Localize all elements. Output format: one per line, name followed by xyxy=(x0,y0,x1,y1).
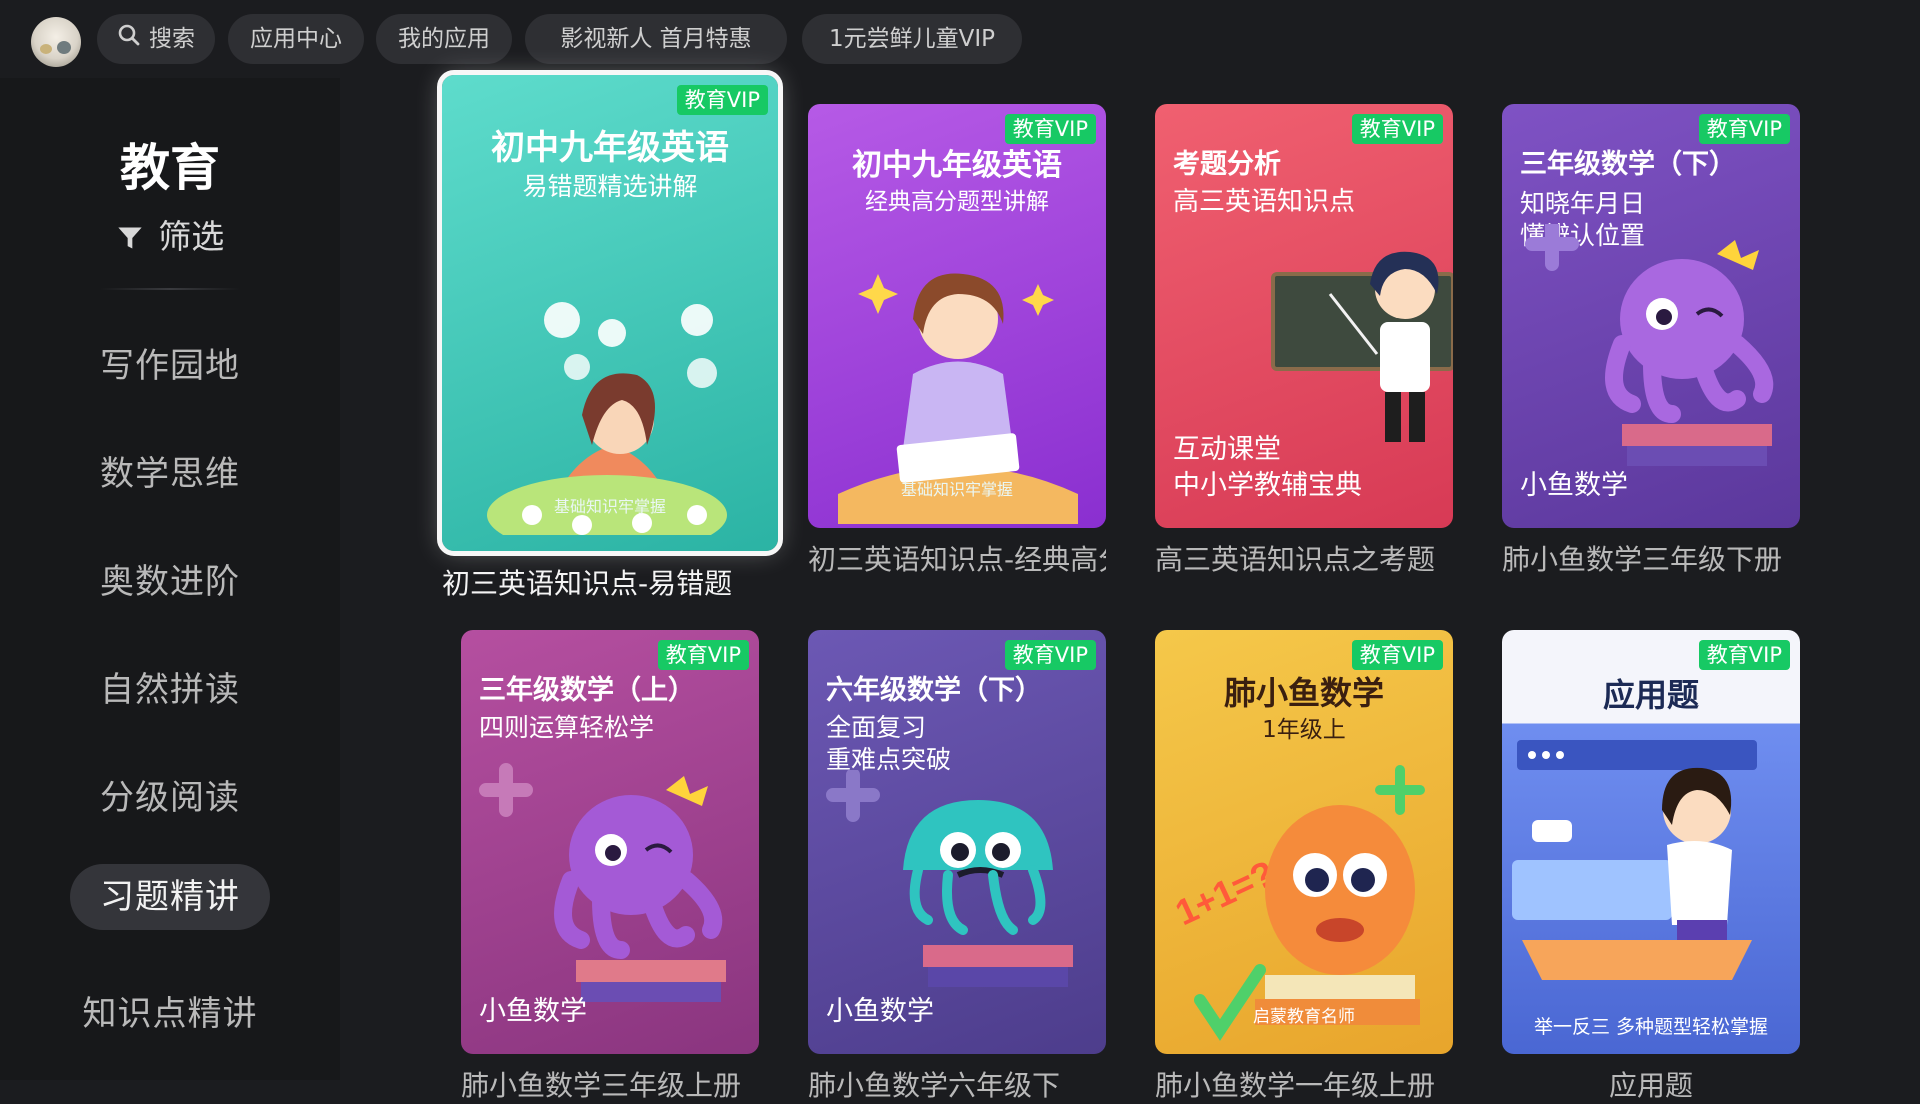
poster-title: 初中九年级英语 xyxy=(491,128,729,168)
vip-badge: 教育VIP xyxy=(657,640,749,670)
vip-badge: 教育VIP xyxy=(1351,114,1443,144)
vip-badge: 教育VIP xyxy=(1004,640,1096,670)
poster-title: 六年级数学（下） xyxy=(826,675,1042,706)
course-poster: 教育VIP 考题分析 高三英语知识点 互动课堂 中小学教辅宝典 xyxy=(1155,104,1453,528)
poster-subtitle: 高三英语知识点 xyxy=(1173,187,1356,217)
poster-title: 肺小鱼数学 xyxy=(1223,674,1384,712)
poster-subtitle: 1年级上 xyxy=(1262,717,1346,743)
search-button[interactable]: 搜索 xyxy=(97,14,215,64)
poster-title: 三年级数学（下） xyxy=(1520,149,1736,180)
category-sidebar: 教育 筛选 写作园地 数学思维 奥数进阶 自然拼读 分级阅读 习题精讲 知识点精… xyxy=(0,78,340,1080)
poster-footer: 基础知识牢掌握 xyxy=(553,497,666,516)
boy-studying-illustration xyxy=(1512,740,1757,980)
card-caption: 肺小鱼数学三年级下册 xyxy=(1502,543,1783,576)
course-poster: 教育VIP 肺小鱼数学 1年级上 1+1=? 启蒙教育名师 xyxy=(1155,630,1453,1054)
card-caption: 高三英语知识点之考题 xyxy=(1155,543,1436,576)
svg-text:1+1=?: 1+1=? xyxy=(1169,852,1281,933)
vip-badge: 教育VIP xyxy=(1698,640,1790,670)
poster-footer: 举一反三 多种题型轻松掌握 xyxy=(1533,1016,1769,1038)
course-poster: 教育VIP 初中九年级英语 易错题精选讲解 基础知识牢掌握 xyxy=(437,70,783,556)
poster-subtitle: 四则运算轻松学 xyxy=(479,713,655,742)
avatar-figure-2 xyxy=(57,41,71,54)
search-icon xyxy=(117,15,141,65)
sidebar-item-olympiad-math[interactable]: 奥数进阶 xyxy=(0,554,340,603)
course-poster: 教育VIP 六年级数学（下） 全面复习 重难点突破 小鱼数学 xyxy=(808,630,1106,1054)
teacher-blackboard-illustration xyxy=(1271,251,1453,442)
octopus-illustration xyxy=(1525,224,1774,466)
sidebar-item-math-thinking[interactable]: 数学思维 xyxy=(0,446,340,495)
card-caption: 肺小鱼数学一年级上册 xyxy=(1155,1069,1436,1102)
poster-bottom-text: 小鱼数学 xyxy=(1520,470,1628,501)
course-poster: 教育VIP 应用题 举一反三 多种题型轻松掌握 xyxy=(1502,630,1800,1054)
poster-title: 初中九年级英语 xyxy=(852,148,1062,183)
category-title: 教育 xyxy=(120,139,220,197)
card-caption: 肺小鱼数学六年级下 xyxy=(808,1069,1061,1102)
card-caption: 应用题 xyxy=(1608,1069,1693,1102)
vip-badge: 教育VIP xyxy=(1698,114,1790,144)
course-poster: 教育VIP 初中九年级英语 经典高分题型讲解 基础知识牢掌握 xyxy=(808,104,1106,528)
sidebar-item-knowledge-explained[interactable]: 知识点精讲 xyxy=(0,986,340,1035)
avatar-figure-1 xyxy=(40,44,52,54)
jellyfish-illustration xyxy=(826,770,1073,987)
tab-kids-vip-trial[interactable]: 1元尝鲜儿童VIP xyxy=(802,14,1022,64)
card-caption: 肺小鱼数学三年级上册 xyxy=(461,1069,742,1102)
course-poster: 教育VIP 三年级数学（上） 四则运算轻松学 小鱼数学 xyxy=(461,630,759,1054)
vip-badge: 教育VIP xyxy=(676,85,768,115)
tab-app-center[interactable]: 应用中心 xyxy=(228,14,364,64)
filter-label: 筛选 xyxy=(158,217,225,256)
user-avatar[interactable] xyxy=(31,17,81,67)
course-poster: 教育VIP 三年级数学（下） 知晓年月日 懂辨认位置 小鱼数学 xyxy=(1502,104,1800,528)
poster-footer: 基础知识牢掌握 xyxy=(900,480,1013,499)
sidebar-item-graded-reading[interactable]: 分级阅读 xyxy=(0,770,340,819)
sidebar-item-exercise-explained[interactable]: 习题精讲 xyxy=(70,864,270,930)
poster-bottom-text: 互动课堂 中小学教辅宝典 xyxy=(1173,434,1362,501)
tab-film-newcomer-offer[interactable]: 影视新人 首月特惠 xyxy=(525,14,787,64)
poster-subtitle: 易错题精选讲解 xyxy=(522,172,698,201)
poster-title: 三年级数学（上） xyxy=(479,675,695,706)
sidebar-item-writing[interactable]: 写作园地 xyxy=(0,338,340,387)
poster-subtitle: 全面复习 重难点突破 xyxy=(826,713,952,774)
vip-badge: 教育VIP xyxy=(1351,640,1443,670)
poster-subtitle: 经典高分题型讲解 xyxy=(865,189,1049,215)
poster-footer: 启蒙教育名师 xyxy=(1253,1007,1355,1027)
top-bar: 搜索 应用中心 我的应用 影视新人 首月特惠 1元尝鲜儿童VIP xyxy=(0,0,1920,78)
poster-title: 考题分析 xyxy=(1173,149,1281,180)
filter-icon xyxy=(116,217,159,256)
poster-bottom-text: 小鱼数学 xyxy=(479,996,587,1027)
card-caption: 初三英语知识点-经典高分题型 xyxy=(808,543,1106,576)
card-caption: 初三英语知识点-易错题 xyxy=(442,567,733,600)
poster-title: 应用题 xyxy=(1602,676,1699,714)
filter-button[interactable]: 筛选 xyxy=(0,210,340,258)
tab-my-apps[interactable]: 我的应用 xyxy=(376,14,512,64)
sidebar-item-phonics[interactable]: 自然拼读 xyxy=(0,662,340,711)
girl-reading-illustration xyxy=(487,302,727,535)
search-label: 搜索 xyxy=(149,26,195,52)
octopus-illustration xyxy=(479,763,726,1002)
sidebar-divider xyxy=(100,288,240,290)
poster-bottom-text: 小鱼数学 xyxy=(826,996,934,1027)
